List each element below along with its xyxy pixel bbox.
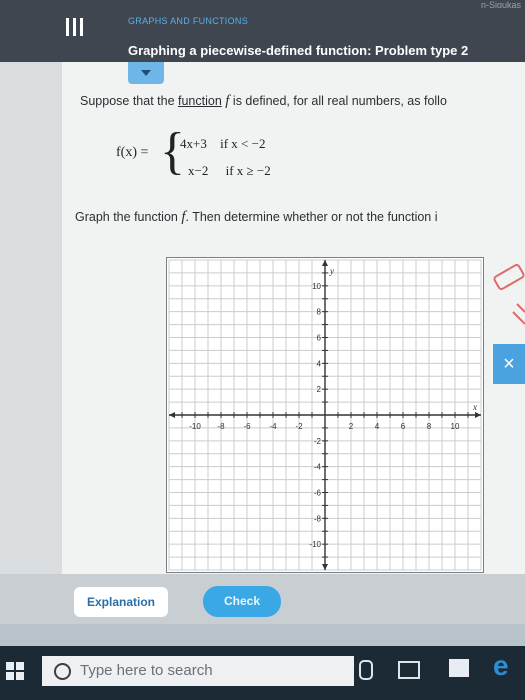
y-tick-label: -4 <box>314 463 322 472</box>
case-2-expr: x−2 <box>188 163 209 178</box>
y-axis-arrow <box>322 260 328 266</box>
x-tick-label: -4 <box>269 422 277 431</box>
y-tick-label: 6 <box>317 334 322 343</box>
eraser-icon[interactable] <box>487 260 525 330</box>
y-tick-label: 8 <box>317 308 322 317</box>
fx-label: f(x) = <box>116 145 149 160</box>
y-tick-label: -8 <box>314 514 322 523</box>
x-axis-arrow <box>475 412 481 418</box>
edge-browser-icon[interactable]: e <box>493 650 509 682</box>
x-axis-arrow-left <box>169 412 175 418</box>
graph-tools <box>487 260 525 325</box>
function-link[interactable]: function <box>178 94 222 108</box>
intro-prefix: Suppose that the <box>80 94 178 108</box>
problem-intro: Suppose that the function f is defined, … <box>80 93 447 110</box>
explanation-button[interactable]: Explanation <box>74 587 168 617</box>
piecewise-brace: { <box>160 123 185 180</box>
y-axis-arrow-down <box>322 564 328 570</box>
x-tick-label: -8 <box>217 422 225 431</box>
y-axis-label: y <box>329 266 334 276</box>
x-tick-label: 8 <box>427 422 432 431</box>
case-2: x−2 if x ≥ −2 <box>188 163 271 179</box>
problem-instruction: Graph the function f. Then determine whe… <box>75 209 438 226</box>
x-tick-label: -10 <box>189 422 201 431</box>
coordinate-grid[interactable]: -10 -8 -6 -4 -2 2 4 6 8 10 10 8 6 4 2 -2 -4 -6 -8 -10 x y <box>167 258 483 572</box>
x-tick-label: 2 <box>349 422 354 431</box>
y-tick-label: -10 <box>309 540 321 549</box>
instruction-prefix: Graph the function <box>75 210 182 224</box>
x-tick-label: 10 <box>451 422 460 431</box>
y-tick-label: 2 <box>317 385 322 394</box>
y-tick-label: 4 <box>317 359 322 368</box>
task-view-icon[interactable] <box>398 661 420 679</box>
graph-canvas[interactable]: -10 -8 -6 -4 -2 2 4 6 8 10 10 8 6 4 2 -2 -4 -6 -8 -10 x y <box>166 257 484 573</box>
y-tick-label: -6 <box>314 489 322 498</box>
windows-start-icon[interactable] <box>6 662 24 680</box>
y-tick-label: -2 <box>314 437 322 446</box>
menu-icon[interactable] <box>66 18 90 36</box>
x-tick-label: -2 <box>295 422 303 431</box>
footer-strip <box>0 624 525 646</box>
app-header: n-Sigukas GRAPHS AND FUNCTIONS Graphing … <box>0 0 525 62</box>
y-tick-label: 10 <box>312 282 321 291</box>
cortana-icon <box>54 663 71 680</box>
x-axis-label: x <box>472 402 477 412</box>
collapse-tab[interactable] <box>128 62 164 84</box>
close-button[interactable]: × <box>493 344 525 384</box>
store-icon[interactable] <box>449 659 469 677</box>
instruction-suffix: . Then determine whether or not the func… <box>185 210 438 224</box>
search-placeholder: Type here to search <box>80 662 213 679</box>
chevron-down-icon <box>141 70 151 76</box>
microphone-icon[interactable] <box>359 660 373 680</box>
check-button[interactable]: Check <box>203 586 281 617</box>
case-1-expr: 4x+3 <box>180 136 207 151</box>
category-label: GRAPHS AND FUNCTIONS <box>128 16 249 26</box>
intro-suffix: is defined, for all real numbers, as fol… <box>229 94 447 108</box>
page-title: Graphing a piecewise-defined function: P… <box>128 43 469 58</box>
case-1: 4x+3 if x < −2 <box>180 136 265 152</box>
x-tick-label: 6 <box>401 422 406 431</box>
case-1-condition: if x < −2 <box>220 136 266 151</box>
x-tick-label: 4 <box>375 422 380 431</box>
corner-text: n-Sigukas <box>480 0 521 8</box>
taskbar-search[interactable]: Type here to search <box>42 656 354 686</box>
case-2-condition: if x ≥ −2 <box>225 163 271 178</box>
x-tick-label: -6 <box>243 422 251 431</box>
